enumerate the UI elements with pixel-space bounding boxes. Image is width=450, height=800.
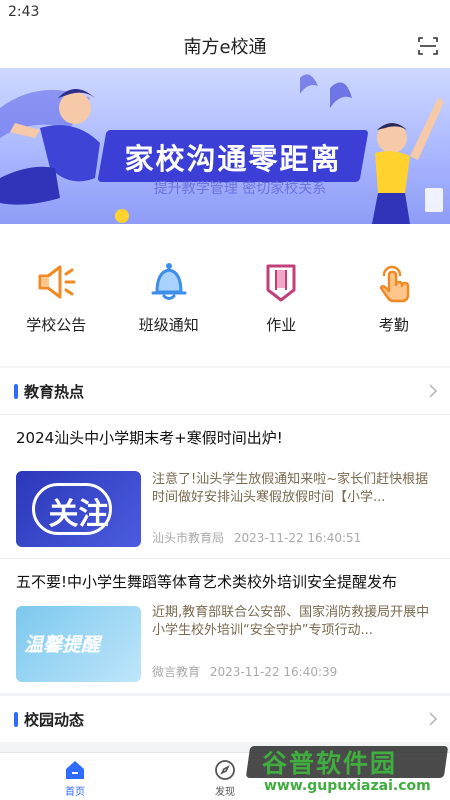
news-thumbnail: 温馨提醒 — [16, 606, 141, 682]
quick-actions: 学校公告 班级通知 作业 考勤 — [0, 224, 450, 366]
news-meta: 微言教育 2023-11-22 16:40:39 — [152, 663, 337, 680]
news-thumbnail-text: 温馨提醒 — [24, 634, 101, 656]
news-headline: 2024汕头中小学期末考+寒假时间出炉! — [16, 429, 283, 447]
quick-action-label: 班级通知 — [138, 316, 199, 334]
section-accent-bar — [14, 711, 18, 727]
quick-action-label: 作业 — [266, 316, 297, 334]
scan-button[interactable] — [416, 34, 440, 58]
app-title: 南方e校通 — [183, 37, 267, 58]
news-thumbnail: 关注 — [16, 471, 141, 547]
chevron-right-icon — [429, 712, 438, 726]
tab-label: 首页 — [65, 787, 85, 798]
news-summary: 近期,教育部联合公安部、国家消防救援局开展中小学生校外培训“安全守护”专项行动.… — [152, 605, 430, 638]
news-thumbnail-text: 关注 — [48, 497, 109, 532]
banner-title: 家校沟通零距离 — [124, 142, 342, 176]
news-item[interactable]: 2024汕头中小学期末考+寒假时间出炉! 关注 注意了!汕头学生放假通知来啦~家… — [0, 415, 450, 558]
news-summary: 注意了!汕头学生放假通知来啦~家长们赶快根据时间做好安排汕头寒假放假时间【小学.… — [152, 472, 429, 505]
news-source: 微言教育 — [152, 665, 201, 679]
section-campus-news[interactable]: 校园动态 — [0, 696, 450, 742]
banner-subtitle: 提升教学管理 密切家校关系 — [153, 181, 327, 197]
scan-icon — [418, 37, 438, 55]
app-header: 南方e校通 — [0, 24, 450, 68]
news-meta: 汕头市教育局 2023-11-22 16:40:51 — [152, 529, 361, 546]
compass-icon — [215, 760, 235, 780]
watermark-url: www.gupuxiazai.com — [264, 778, 431, 794]
watermark-title: 谷普软件园 — [262, 749, 398, 778]
quick-action-attendance[interactable]: 考勤 — [338, 224, 450, 366]
tab-label: 发现 — [215, 787, 235, 798]
bell-icon — [147, 260, 191, 304]
banner[interactable]: 家校沟通零距离 提升教学管理 密切家校关系 — [0, 68, 450, 224]
quick-action-homework[interactable]: 作业 — [225, 224, 338, 366]
tab-home[interactable]: 首页 — [0, 753, 150, 800]
news-item[interactable]: 五不要!中小学生舞蹈等体育艺术类校外培训安全提醒发布 温馨提醒 近期,教育部联合… — [0, 559, 450, 693]
pencil-icon — [259, 260, 303, 304]
status-bar: 2:43 — [0, 0, 450, 24]
section-title: 校园动态 — [24, 710, 85, 729]
section-accent-bar — [14, 383, 18, 399]
megaphone-icon — [34, 260, 78, 304]
quick-action-label: 学校公告 — [26, 316, 87, 334]
section-education-hot[interactable]: 教育热点 — [0, 368, 450, 414]
tap-hand-icon — [372, 260, 416, 304]
home-icon — [66, 761, 84, 779]
section-title: 教育热点 — [24, 382, 85, 401]
news-source: 汕头市教育局 — [152, 531, 225, 545]
quick-action-class-notice[interactable]: 班级通知 — [113, 224, 226, 366]
news-time: 2023-11-22 16:40:51 — [233, 531, 362, 545]
quick-action-school-announcement[interactable]: 学校公告 — [0, 224, 113, 366]
status-time: 2:43 — [8, 4, 40, 20]
news-time: 2023-11-22 16:40:39 — [209, 665, 338, 679]
quick-action-label: 考勤 — [378, 316, 409, 334]
watermark-logo: 谷普软件园 www.gupuxiazai.com — [245, 738, 449, 798]
chevron-right-icon — [429, 384, 438, 398]
news-headline: 五不要!中小学生舞蹈等体育艺术类校外培训安全提醒发布 — [16, 573, 398, 591]
